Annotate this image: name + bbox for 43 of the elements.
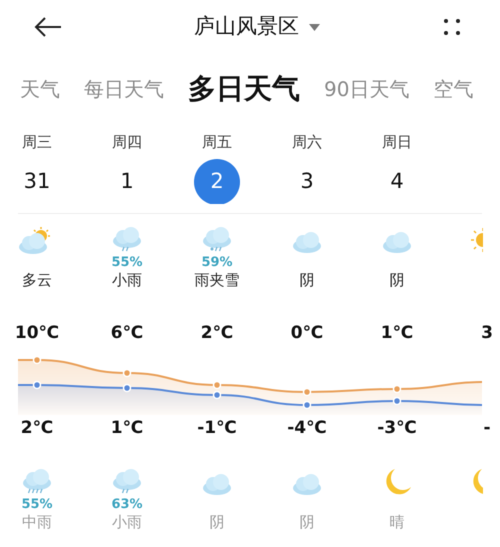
date-button[interactable]: 3: [284, 159, 330, 204]
weather-condition: 阴: [300, 514, 314, 530]
weather-condition: 阴: [300, 272, 314, 288]
low-temperature: -1℃: [197, 420, 237, 436]
four-dots-icon: [442, 17, 462, 37]
date-button[interactable]: 1: [104, 159, 150, 204]
high-temperature: 1℃: [380, 324, 414, 342]
dropdown-caret-icon: [309, 24, 320, 30]
weather-condition: 阴: [210, 514, 224, 530]
high-temperature: 0℃: [290, 324, 324, 342]
precipitation-chance: 55%: [21, 498, 53, 510]
weather-condition: 多云: [22, 272, 52, 288]
weather-condition: 中雨: [22, 514, 52, 530]
high-temperature: 6℃: [110, 324, 144, 342]
precipitation-chance: 59%: [201, 256, 233, 268]
high-temperature: 10℃: [14, 324, 60, 342]
weekday-label: 周三: [22, 132, 52, 153]
weekday-label: 周四: [112, 132, 142, 153]
date-button[interactable]: 2: [194, 159, 240, 204]
low-temperature: -: [483, 420, 491, 436]
low-temperature: -4℃: [287, 420, 327, 436]
weather-condition: 小雨: [112, 272, 142, 288]
precipitation-chance: 63%: [111, 498, 143, 510]
location-selector[interactable]: 庐山风景区: [194, 11, 320, 43]
date-button[interactable]: 31: [14, 159, 60, 204]
weekday-label: 周五: [202, 132, 232, 153]
weather-condition: 雨夹雪: [194, 272, 240, 288]
moon-icon: [471, 468, 483, 496]
precipitation-chance: 55%: [111, 256, 143, 268]
date-button[interactable]: 4: [374, 159, 420, 204]
low-temperature: 2℃: [20, 420, 54, 436]
high-temperature: 2℃: [200, 324, 234, 342]
weekday-label: 周六: [292, 132, 322, 153]
tab[interactable]: 多日天气: [188, 68, 300, 110]
low-temperature: 1℃: [110, 420, 144, 436]
high-temperature: 3: [481, 324, 493, 342]
weekday-label: 周日: [382, 132, 412, 153]
low-temperature: -3℃: [377, 420, 417, 436]
sun-icon: [471, 226, 483, 254]
weather-condition: 晴: [390, 514, 404, 530]
weather-condition: 小雨: [112, 514, 142, 530]
weather-condition: 阴: [390, 272, 404, 288]
back-arrow-icon: [34, 16, 62, 38]
